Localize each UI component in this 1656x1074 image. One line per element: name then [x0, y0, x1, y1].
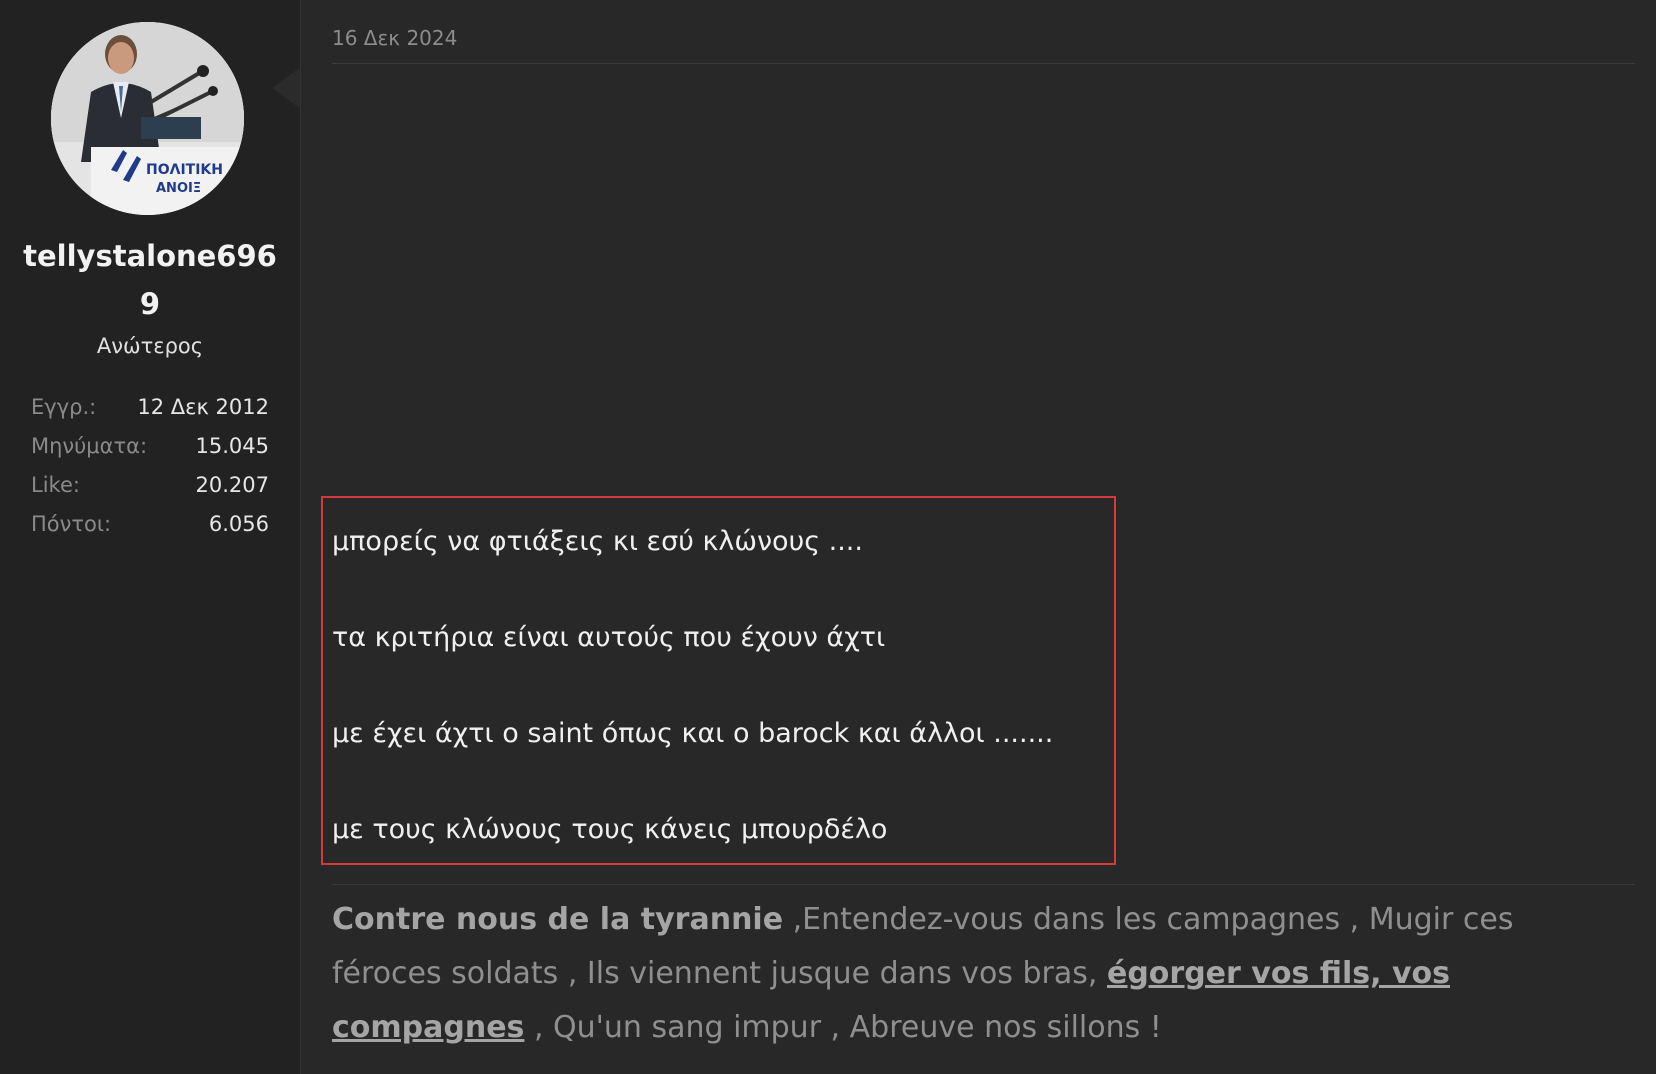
post-message-line: τα κριτήρια είναι αυτούς που έχουν άχτι: [332, 622, 886, 653]
signature-divider: [332, 884, 1635, 885]
stat-label: Like:: [31, 473, 80, 497]
user-sidebar: ΠΟΛΙΤΙΚΗ ΑΝΟΙΞ tellystalone6969 Ανώτερος…: [0, 0, 300, 1074]
post-pointer-arrow: [272, 66, 302, 110]
stat-value[interactable]: 15.045: [196, 434, 269, 473]
user-signature: Contre nous de la tyrannie ,Entendez-vou…: [332, 893, 1622, 1055]
post-message-line: μπορείς να φτιάξεις κι εσύ κλώνους ....: [332, 526, 863, 557]
stat-row-points: Πόντοι: 6.056: [31, 512, 269, 551]
stat-label: Πόντοι:: [31, 512, 112, 536]
post-date[interactable]: 16 Δεκ 2024: [332, 26, 457, 50]
stat-label: Μηνύματα:: [31, 434, 148, 458]
stat-row-messages: Μηνύματα: 15.045: [31, 434, 269, 473]
user-rank-title: Ανώτερος: [96, 334, 204, 358]
svg-text:ΑΝΟΙΞ: ΑΝΟΙΞ: [156, 181, 201, 196]
stat-value[interactable]: 6.056: [209, 512, 269, 551]
signature-text-end: , Qu'un sang impur , Abreuve nos sillons…: [524, 1010, 1162, 1045]
stat-label: Εγγρ.:: [31, 395, 97, 419]
avatar-caption: ΠΟΛΙΤΙΚΗ: [146, 162, 223, 178]
stat-value: 20.207: [195, 473, 269, 497]
user-avatar[interactable]: ΠΟΛΙΤΙΚΗ ΑΝΟΙΞ: [51, 22, 244, 215]
signature-bold-intro: Contre nous de la tyrannie: [332, 902, 784, 937]
avatar-image: ΠΟΛΙΤΙΚΗ ΑΝΟΙΞ: [51, 22, 244, 215]
username[interactable]: tellystalone6969: [20, 232, 280, 328]
user-stats: Εγγρ.: 12 Δεκ 2012 Μηνύματα: 15.045 Like…: [31, 395, 269, 551]
post-message-line: με έχει άχτι ο saint όπως και ο barock κ…: [332, 718, 1054, 749]
stat-value: 12 Δεκ 2012: [137, 395, 269, 419]
stat-row-likes: Like: 20.207: [31, 473, 269, 512]
post-header-divider: [332, 63, 1635, 64]
post-message-line: με τους κλώνους τους κάνεις μπουρδέλο: [332, 814, 888, 845]
stat-row-joined: Εγγρ.: 12 Δεκ 2012: [31, 395, 269, 434]
